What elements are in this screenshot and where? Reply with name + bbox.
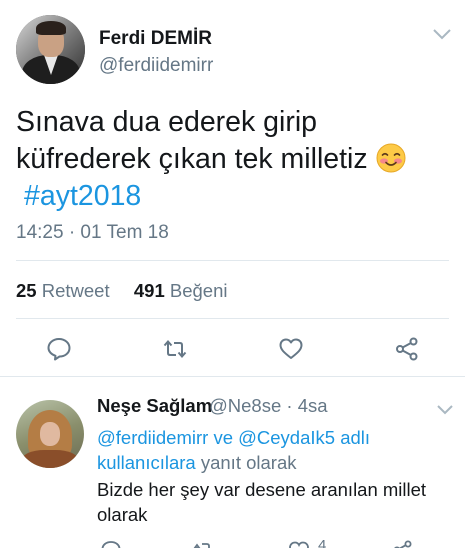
reply-icon[interactable] [100,539,122,548]
hashtag-link[interactable]: #ayt2018 [24,180,141,212]
author-name[interactable]: Ferdi DEMİR [99,28,212,50]
main-tweet: Ferdi DEMİR @ferdiidemirr Sınava dua ede… [0,0,465,376]
tweet-timestamp: 14:25 · 01 Tem 18 [16,222,169,243]
retweet-stat[interactable]: 25 Retweet [16,280,110,301]
like-heart-icon[interactable] [278,336,304,362]
tweet-text: Sınava dua ederek girip küfrederek çıkan… [16,104,456,215]
like-stat[interactable]: 491 Beğeni [134,280,228,301]
reply-meta: @Ne8se · 4sa [209,395,328,417]
author-handle[interactable]: @ferdiidemirr [99,55,213,77]
reply-tweet[interactable]: Neşe Sağlam @Ne8se · 4sa @ferdiidemirr v… [0,377,465,548]
reply-time: · 4sa [286,395,328,416]
tweet-stats: 25 Retweet 491 Beğeni [16,280,228,302]
replying-to-suffix: yanıt olarak [200,452,297,473]
share-icon[interactable] [394,336,420,362]
replying-to-users[interactable]: kullanıcılara [97,452,196,473]
author-avatar[interactable] [16,15,85,84]
reply-author-name[interactable]: Neşe Sağlam [97,395,212,417]
chevron-down-icon[interactable] [431,27,453,41]
reply-like-count: 4 [318,537,327,548]
reply-author-handle[interactable]: @Ne8se [209,395,281,416]
like-count: 491 [133,280,165,301]
share-icon[interactable] [392,539,414,548]
like-heart-icon[interactable] [288,539,310,548]
tweet-body: Sınava dua ederek girip küfrederek çıkan… [16,106,368,175]
reply-text: Bizde her şey var desene aranılan millet… [97,479,427,525]
chevron-down-icon[interactable] [436,404,454,416]
like-label: Beğeni [169,280,228,301]
replying-to-mentions[interactable]: @ferdiidemirr ve @CeydaIk5 adlı [97,427,370,448]
divider [16,260,449,261]
retweet-icon[interactable] [162,336,188,362]
retweet-count: 25 [16,280,37,301]
blushing-smile-emoji-icon [376,143,406,173]
reply-author-avatar[interactable] [16,400,84,468]
retweet-icon[interactable] [192,539,214,548]
divider [16,318,449,319]
replying-to: @ferdiidemirr ve @CeydaIk5 adlı kullanıc… [97,425,447,475]
reply-icon[interactable] [46,336,72,362]
retweet-label: Retweet [41,280,110,301]
